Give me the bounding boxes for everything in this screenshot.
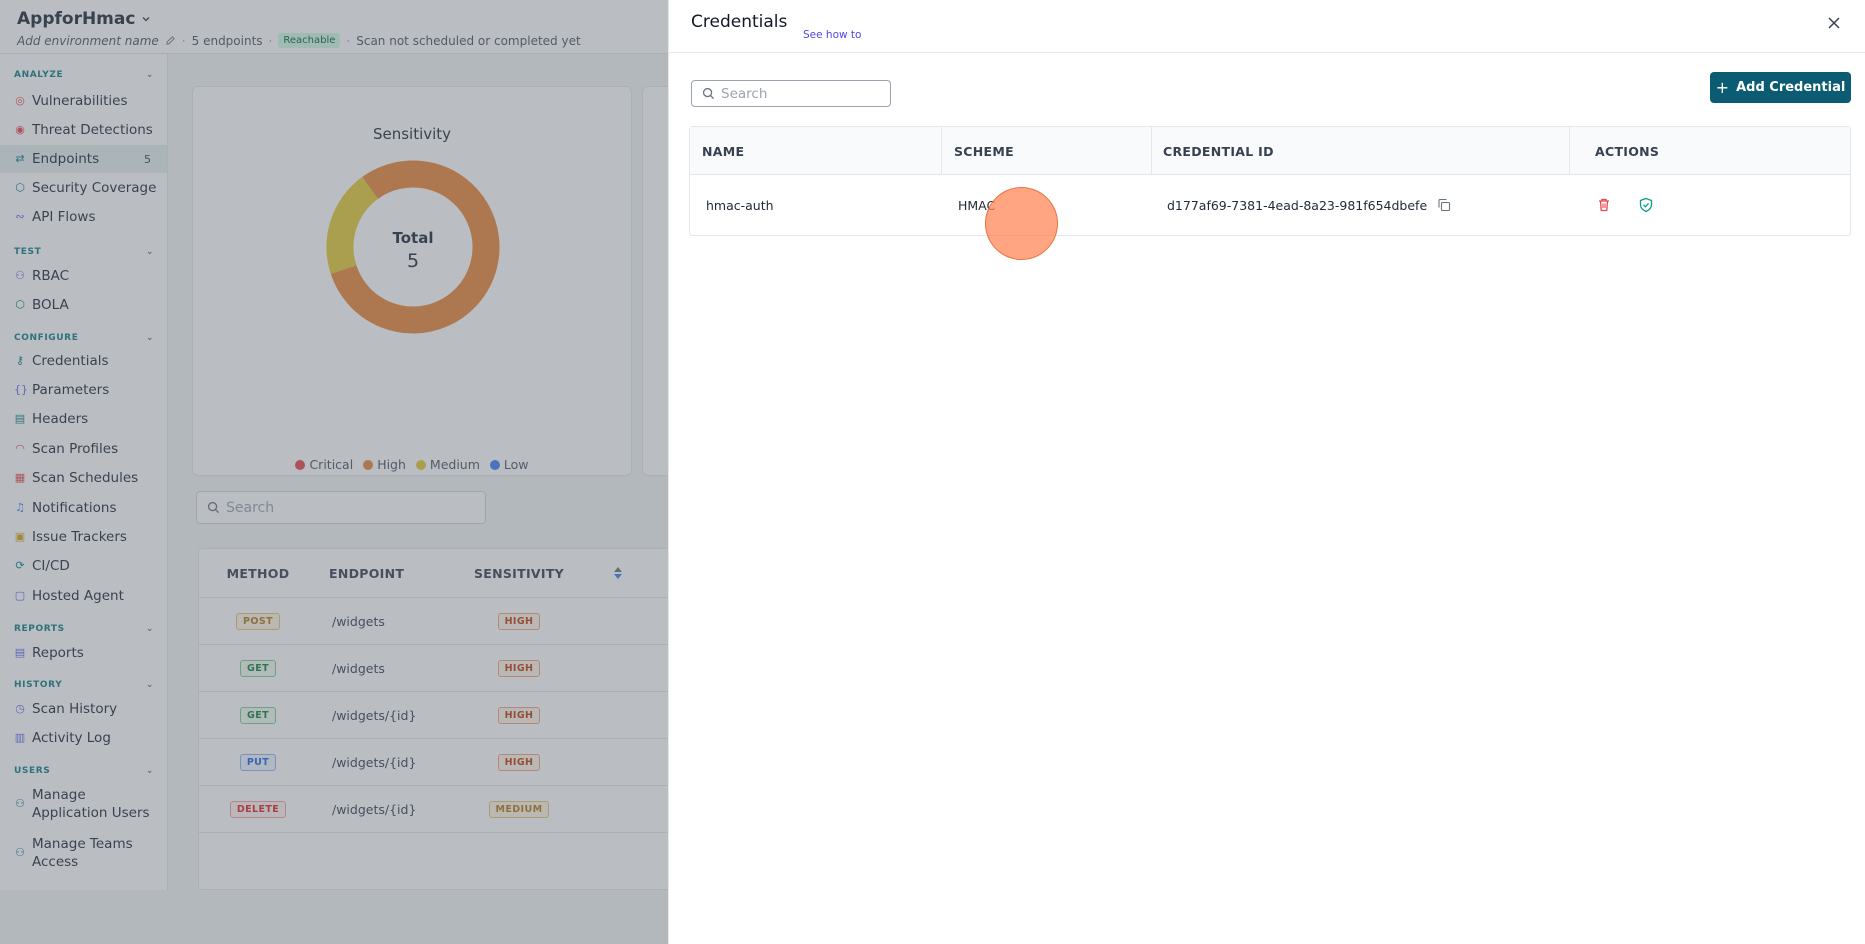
credentials-drawer: Credentials See how to + Add Credential … (668, 0, 1865, 944)
drawer-title: Credentials (691, 12, 788, 32)
credentials-table: NAME SCHEME CREDENTIAL ID ACTIONS hmac-a… (689, 126, 1851, 236)
close-icon (1828, 17, 1840, 29)
column-header-credential-id[interactable]: CREDENTIAL ID (1163, 127, 1274, 175)
credentials-search[interactable] (691, 80, 891, 107)
drawer-header: Credentials See how to (669, 0, 1865, 53)
plus-icon: + (1715, 77, 1730, 97)
column-divider (941, 127, 942, 175)
shield-check-icon[interactable] (1638, 197, 1654, 213)
credential-name: hmac-auth (706, 197, 774, 213)
column-divider (1151, 127, 1152, 175)
column-header-name[interactable]: NAME (702, 127, 744, 175)
copy-icon[interactable] (1437, 198, 1451, 212)
credential-id-cell: d177af69-7381-4ead-8a23-981f654dbefe (1167, 175, 1451, 235)
see-how-link[interactable]: See how to (803, 29, 861, 41)
column-divider (1569, 127, 1570, 175)
search-icon (702, 87, 715, 100)
row-actions (1596, 175, 1654, 235)
add-credential-button[interactable]: + Add Credential (1710, 72, 1851, 103)
trash-icon[interactable] (1596, 197, 1612, 213)
table-row[interactable]: hmac-auth HMAC d177af69-7381-4ead-8a23-9… (690, 175, 1850, 235)
table-header: NAME SCHEME CREDENTIAL ID ACTIONS (690, 127, 1850, 175)
close-button[interactable] (1825, 16, 1843, 34)
click-indicator (985, 187, 1058, 260)
credentials-search-input[interactable] (721, 85, 881, 102)
credential-id: d177af69-7381-4ead-8a23-981f654dbefe (1167, 197, 1428, 213)
modal-overlay[interactable] (0, 0, 668, 944)
column-header-scheme[interactable]: SCHEME (954, 127, 1014, 175)
add-credential-label: Add Credential (1736, 80, 1846, 95)
column-header-actions: ACTIONS (1595, 143, 1660, 159)
